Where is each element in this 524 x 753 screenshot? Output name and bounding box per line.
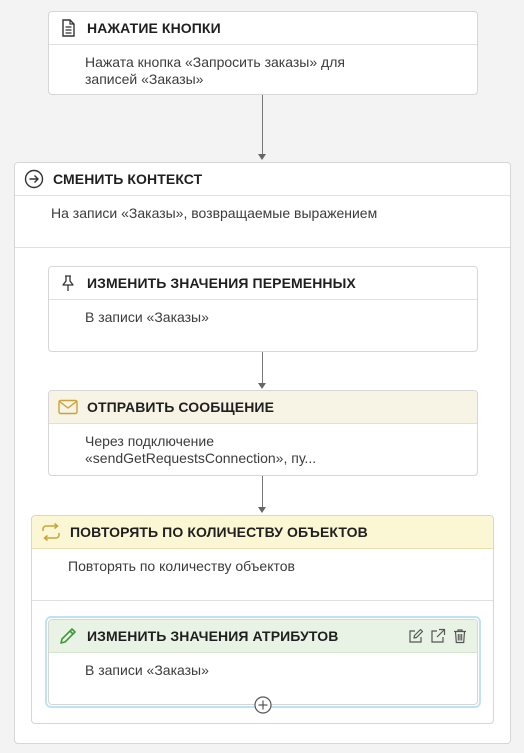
change-context-header: СМЕНИТЬ КОНТЕКСТ	[15, 163, 510, 196]
arrow-right-circle-icon	[23, 168, 45, 190]
block-title: НАЖАТИЕ КНОПКИ	[87, 20, 221, 36]
connector-line	[262, 476, 263, 508]
repeat-icon	[40, 521, 62, 543]
pin-icon	[57, 272, 79, 294]
block-actions	[407, 627, 477, 645]
connector-arrow	[258, 507, 266, 513]
change-variables-header: ИЗМЕНИТЬ ЗНАЧЕНИЯ ПЕРЕМЕННЫХ	[49, 267, 477, 300]
external-link-icon[interactable]	[429, 627, 447, 645]
container-divider	[32, 600, 493, 601]
connector-arrow	[258, 154, 266, 160]
trash-icon[interactable]	[451, 627, 469, 645]
block-title: ИЗМЕНИТЬ ЗНАЧЕНИЯ ПЕРЕМЕННЫХ	[87, 275, 356, 291]
block-description: В записи «Заказы»	[85, 662, 209, 678]
connector-arrow	[258, 383, 266, 389]
button-press-block[interactable]: НАЖАТИЕ КНОПКИ Нажата кнопка «Запросить …	[48, 11, 478, 95]
pencil-icon	[57, 625, 79, 647]
document-icon	[57, 17, 79, 39]
edit-icon[interactable]	[407, 627, 425, 645]
plus-circle-icon	[254, 696, 272, 718]
block-description: Повторять по количеству объектов	[68, 558, 295, 574]
block-description: Через подключение «sendGetRequestsConnec…	[85, 433, 317, 466]
envelope-icon	[57, 396, 79, 418]
add-block-button[interactable]	[254, 696, 272, 714]
repeat-header: ПОВТОРЯТЬ ПО КОЛИЧЕСТВУ ОБЪЕКТОВ	[32, 516, 493, 549]
change-variables-block[interactable]: ИЗМЕНИТЬ ЗНАЧЕНИЯ ПЕРЕМЕННЫХ В записи «З…	[48, 266, 478, 352]
connector-line	[262, 352, 263, 384]
button-press-header: НАЖАТИЕ КНОПКИ	[49, 12, 477, 45]
block-description: В записи «Заказы»	[85, 309, 209, 325]
send-message-block[interactable]: ОТПРАВИТЬ СООБЩЕНИЕ Через подключение «s…	[48, 390, 478, 476]
block-title: ОТПРАВИТЬ СООБЩЕНИЕ	[87, 399, 275, 415]
block-description: Нажата кнопка «Запросить заказы» для зап…	[85, 54, 345, 87]
send-message-header: ОТПРАВИТЬ СООБЩЕНИЕ	[49, 391, 477, 424]
change-attributes-block[interactable]: ИЗМЕНИТЬ ЗНАЧЕНИЯ АТРИБУТОВ В записи «За…	[48, 619, 478, 705]
block-title: СМЕНИТЬ КОНТЕКСТ	[53, 171, 203, 187]
block-description: На записи «Заказы», возвращаемые выражен…	[51, 205, 378, 221]
block-title: ИЗМЕНИТЬ ЗНАЧЕНИЯ АТРИБУТОВ	[87, 628, 339, 644]
block-title: ПОВТОРЯТЬ ПО КОЛИЧЕСТВУ ОБЪЕКТОВ	[70, 524, 368, 540]
container-divider	[15, 247, 510, 248]
change-attributes-header: ИЗМЕНИТЬ ЗНАЧЕНИЯ АТРИБУТОВ	[49, 620, 477, 653]
connector-line	[262, 95, 263, 155]
